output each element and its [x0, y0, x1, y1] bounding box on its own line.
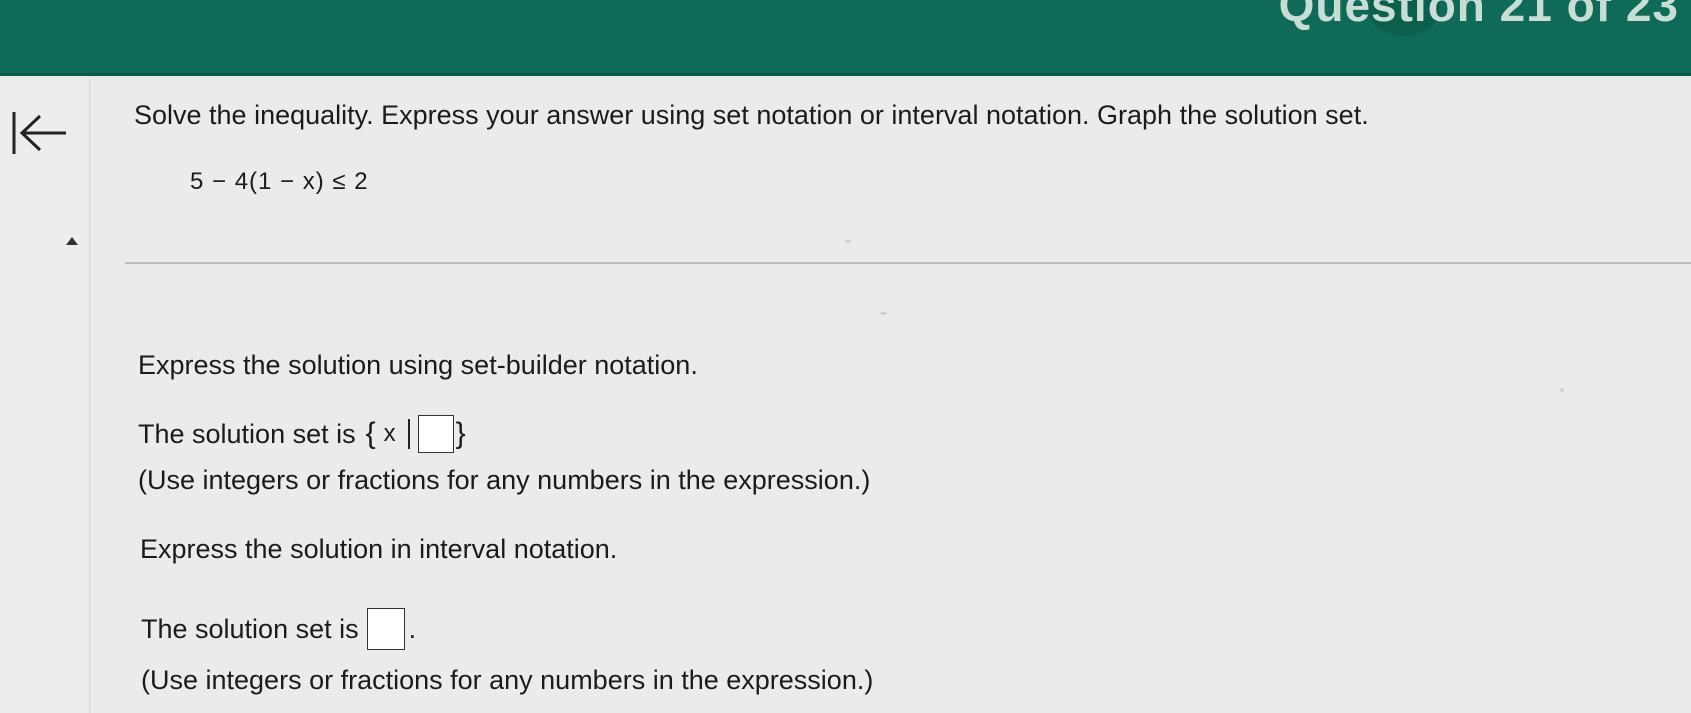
homework-page: Question 21 of 23 Solve the inequality. …: [0, 0, 1691, 713]
left-rail: [0, 79, 90, 713]
interval-answer-input[interactable]: [366, 608, 405, 650]
close-brace: }: [455, 417, 466, 450]
open-brace: {: [365, 417, 376, 450]
set-builder-solution-row: The solution set is { x }: [138, 415, 468, 453]
interval-instruction: Express the solution in interval notatio…: [140, 534, 618, 564]
solution-label: The solution set is: [138, 418, 356, 449]
screen-smudge: [845, 240, 851, 243]
set-builder-instruction: Express the solution using set-builder n…: [138, 350, 698, 380]
header-bar: Question 21 of 23: [0, 0, 1691, 76]
set-builder-hint: (Use integers or fractions for any numbe…: [138, 465, 871, 495]
screen-smudge: [1560, 388, 1564, 392]
set-variable: x: [383, 420, 396, 447]
interval-hint: (Use integers or fractions for any numbe…: [141, 665, 874, 695]
question-counter: Question 21 of 23: [1278, 0, 1679, 31]
set-builder-answer-input[interactable]: [417, 415, 454, 453]
sentence-period: .: [408, 613, 417, 644]
back-to-start-icon[interactable]: [8, 108, 70, 158]
solution-label: The solution set is: [141, 613, 359, 644]
such-that-bar: [407, 419, 410, 449]
screen-smudge: [880, 312, 887, 315]
inequality-expression: 5 − 4(1 − x) ≤ 2: [190, 168, 369, 195]
interval-solution-row: The solution set is .: [141, 608, 416, 650]
question-prompt: Solve the inequality. Express your answe…: [134, 100, 1369, 130]
section-divider: [125, 262, 1691, 264]
collapse-up-icon[interactable]: [65, 236, 79, 246]
